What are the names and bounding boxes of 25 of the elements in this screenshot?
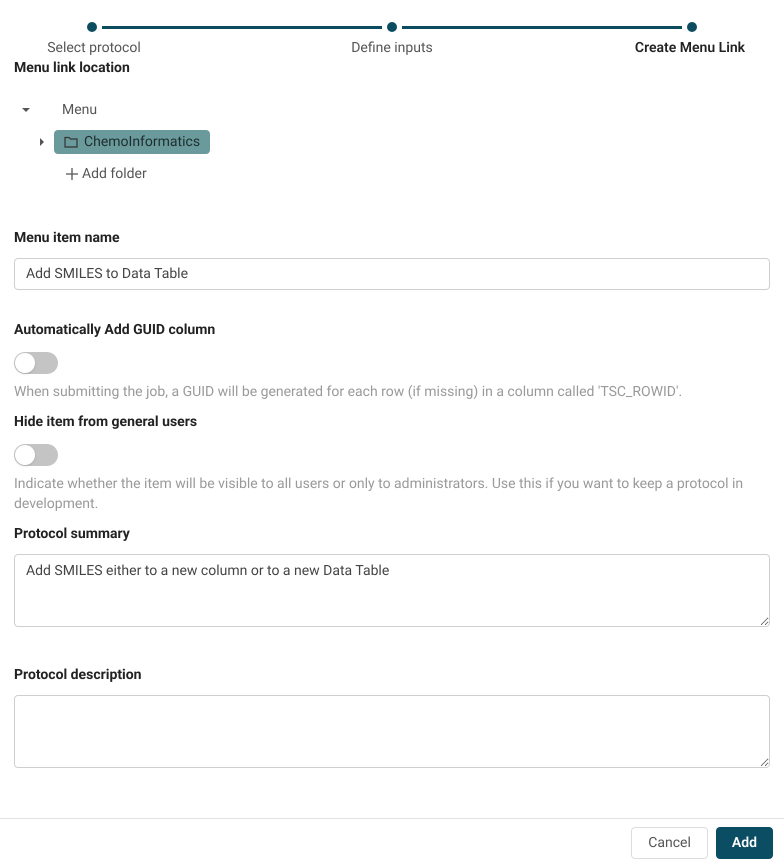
field-label: Automatically Add GUID column bbox=[14, 321, 216, 340]
tree-item[interactable]: Menu bbox=[62, 100, 98, 120]
caret-icon[interactable] bbox=[38, 138, 46, 146]
field-label: Protocol summary bbox=[14, 525, 131, 544]
textarea-field[interactable] bbox=[14, 695, 770, 768]
folder-icon bbox=[64, 136, 78, 148]
tree-item[interactable]: ChemoInformatics bbox=[54, 130, 210, 154]
step-label[interactable]: Define inputs bbox=[312, 38, 472, 58]
field-label: Protocol description bbox=[14, 666, 143, 685]
input-field[interactable]: Add SMILES to Data Table bbox=[14, 258, 770, 290]
caret-icon[interactable] bbox=[22, 106, 30, 114]
toggle-switch[interactable] bbox=[14, 352, 58, 374]
field-label: Menu link location bbox=[14, 59, 131, 78]
cancel-button[interactable]: Cancel bbox=[631, 827, 708, 859]
field-label: Hide item from general users bbox=[14, 413, 198, 432]
help-text: Indicate whether the item will be visible to all users or only to administrators. Use this if you want to keep a protocol in development. bbox=[14, 475, 744, 514]
step-label[interactable]: Create Menu Link bbox=[610, 38, 770, 58]
help-text: When submitting the job, a GUID will be generated for each row (if missing) in a column called 'TSC_ROWID'. bbox=[14, 383, 684, 402]
plus-icon bbox=[66, 168, 78, 180]
step-label[interactable]: Select protocol bbox=[14, 38, 174, 58]
field-label: Menu item name bbox=[14, 229, 121, 248]
add-folder-button[interactable]: Add folder bbox=[66, 158, 147, 190]
add-button[interactable]: Add bbox=[716, 827, 773, 859]
toggle-switch[interactable] bbox=[14, 444, 58, 466]
textarea-field[interactable]: Add SMILES either to a new column or to a new Data Table bbox=[14, 554, 770, 627]
